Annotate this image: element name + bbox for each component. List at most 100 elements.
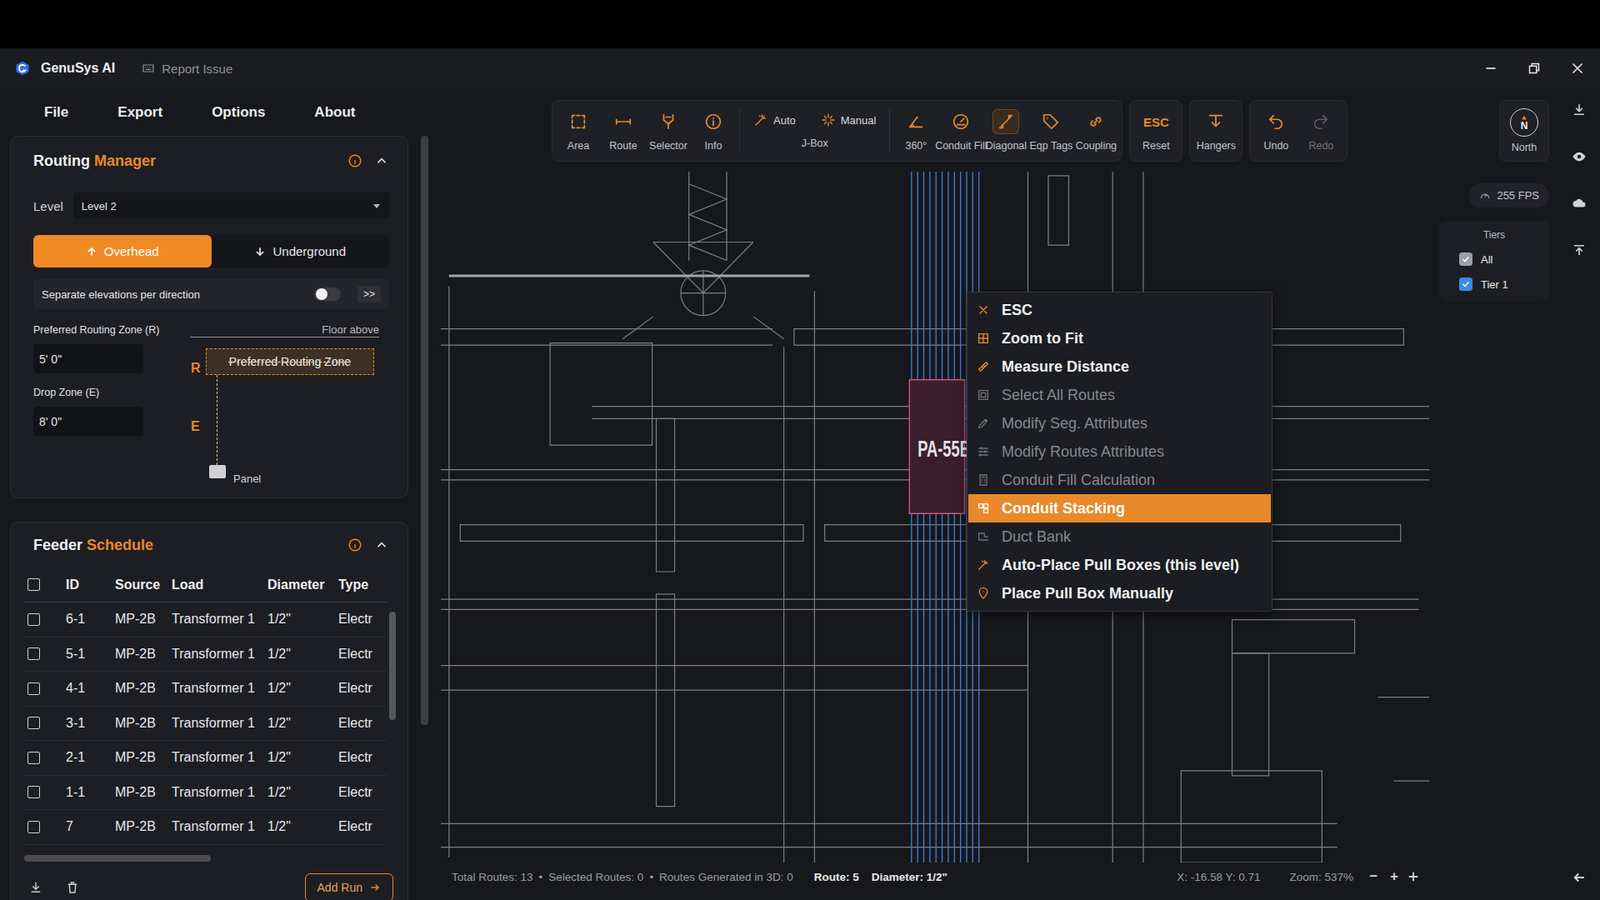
tool-button[interactable]: Eqp Tags (1028, 100, 1074, 161)
diameter-status: Diameter: 1/2" (871, 870, 948, 884)
row-checkbox[interactable] (27, 751, 40, 765)
collapse-chevron-icon[interactable] (374, 537, 390, 553)
trash-icon[interactable] (65, 880, 80, 895)
report-issue-button[interactable]: Report Issue (141, 61, 233, 76)
header-cell[interactable]: Load (171, 577, 268, 593)
table-row[interactable]: 3-1MP-2BTransformer 11/2"Electr (24, 706, 387, 742)
menu-item[interactable]: Export (117, 104, 163, 121)
tier-checkbox[interactable] (1459, 277, 1473, 291)
context-menu-item[interactable]: Modify Seg. Attributes (968, 409, 1271, 438)
restore-icon[interactable] (1525, 59, 1544, 78)
menu-item[interactable]: About (314, 104, 355, 121)
level-select[interactable]: Level 2 (73, 192, 390, 220)
floor-plan[interactable]: PA-55B (440, 171, 1430, 863)
table-row[interactable]: 1-1MP-2BTransformer 11/2"Electr (24, 775, 387, 811)
row-checkbox[interactable] (27, 785, 40, 799)
check-cell (24, 613, 66, 626)
jbox-option[interactable]: Auto (753, 112, 796, 128)
tool-button[interactable]: Diagonal (983, 100, 1029, 161)
arrow-left-icon[interactable] (1571, 870, 1587, 885)
context-menu-item[interactable]: Zoom to Fit (968, 324, 1271, 353)
tool-button[interactable]: Hangers (1193, 100, 1239, 161)
download-icon[interactable] (28, 880, 44, 895)
menu-item-icon (976, 586, 990, 600)
collapse-chevron-icon[interactable] (374, 153, 390, 169)
mode-button[interactable]: Overhead (33, 235, 212, 268)
table-row[interactable]: 4-1MP-2BTransformer 11/2"Electr (24, 671, 387, 707)
context-menu-item[interactable]: Auto-Place Pull Boxes (this level) (968, 550, 1271, 580)
tool-icon (704, 112, 723, 131)
scroll-thumb[interactable] (24, 855, 211, 862)
context-menu-item[interactable]: Select All Routes (968, 380, 1271, 410)
info-icon[interactable] (347, 537, 363, 553)
context-menu-item[interactable]: Duct Bank (968, 522, 1271, 551)
context-menu-item[interactable]: Modify Routes Attributes (968, 437, 1271, 466)
status-separator: • (649, 870, 654, 884)
row-checkbox[interactable] (27, 820, 40, 834)
tool-label: Diagonal (985, 140, 1027, 152)
jbox-option[interactable]: Manual (820, 112, 877, 128)
menu-item[interactable]: File (44, 104, 69, 121)
mode-button[interactable]: Underground (211, 235, 390, 268)
context-menu-item[interactable]: Conduit Fill Calculation (968, 465, 1271, 495)
panel-scrollbar[interactable] (420, 88, 441, 900)
drawing-canvas[interactable]: PA-55B (440, 171, 1430, 863)
tool-button[interactable]: Selector (645, 100, 691, 161)
source-cell: MP-2B (115, 715, 172, 731)
context-menu-item[interactable]: ESC (968, 295, 1271, 325)
field-input[interactable]: 5' 0" (33, 344, 144, 374)
tool-button[interactable]: Coupling (1073, 100, 1119, 161)
menu-item[interactable]: Options (211, 104, 265, 121)
row-checkbox[interactable] (27, 613, 40, 626)
toggle-switch[interactable] (314, 287, 341, 301)
add-run-button[interactable]: Add Run (305, 873, 394, 900)
context-menu-item[interactable]: Conduit Stacking (968, 494, 1271, 523)
header-cell[interactable]: Diameter (267, 577, 339, 593)
select-all-checkbox[interactable] (27, 578, 40, 591)
tool-button[interactable]: Redo (1298, 100, 1344, 161)
canvas-column: PA-55BTotal Routes: 13•Selected Routes: … (440, 171, 1430, 900)
tool-button[interactable]: Info (690, 100, 736, 161)
table-row[interactable]: 7MP-2BTransformer 11/2"Electr (24, 810, 387, 845)
cloud-icon[interactable] (1571, 195, 1587, 211)
eye-icon[interactable] (1571, 149, 1587, 165)
zoom-in-button[interactable]: + (1386, 868, 1402, 885)
tool-button[interactable]: Conduit Fill (938, 100, 984, 161)
tool-button[interactable]: ESCReset (1133, 100, 1179, 161)
tier-item[interactable]: Tier 1 (1459, 277, 1550, 291)
table-row[interactable]: 5-1MP-2BTransformer 11/2"Electr (24, 637, 387, 673)
tier-checkbox[interactable] (1459, 252, 1473, 266)
tool-button[interactable]: Area (555, 100, 601, 161)
table-row[interactable]: 2-1MP-2BTransformer 11/2"Electr (24, 740, 387, 776)
zoom-out-button[interactable]: − (1365, 868, 1381, 885)
row-checkbox[interactable] (27, 647, 40, 660)
context-menu-item[interactable]: Place Pull Box Manually (968, 579, 1271, 608)
type-cell: Electr (338, 611, 387, 627)
tool-button[interactable]: Route (600, 100, 646, 161)
row-checkbox[interactable] (27, 682, 40, 695)
close-icon[interactable] (1568, 59, 1587, 78)
context-menu-item[interactable]: Measure Distance (968, 352, 1271, 381)
download-icon[interactable] (1571, 102, 1587, 118)
row-checkbox[interactable] (27, 716, 40, 730)
header-cell[interactable]: Type (338, 577, 387, 593)
field-input[interactable]: 8' 0" (33, 406, 144, 436)
table-row[interactable]: 6-1MP-2BTransformer 11/2"Electr (24, 602, 387, 638)
header-cell[interactable]: ID (65, 577, 115, 593)
info-icon[interactable] (347, 153, 363, 169)
horizontal-scrollbar[interactable] (24, 855, 395, 862)
scroll-thumb[interactable] (420, 135, 429, 725)
header-cell[interactable]: Source (115, 577, 172, 593)
minimize-icon[interactable] (1481, 59, 1500, 78)
tier-item[interactable]: All (1459, 252, 1550, 266)
vertical-scrollbar[interactable] (386, 567, 399, 845)
tool-icon (1041, 112, 1060, 131)
scroll-thumb[interactable] (389, 611, 396, 720)
tool-button[interactable]: Undo (1253, 100, 1299, 161)
expand-button[interactable]: >> (357, 285, 381, 303)
fit-view-icon[interactable] (1407, 870, 1420, 883)
north-button[interactable]: NNorth (1499, 100, 1550, 162)
upload-icon[interactable] (1571, 242, 1587, 258)
load-cell: Transformer 1 (171, 646, 268, 662)
tool-button[interactable]: 360° (893, 100, 939, 161)
